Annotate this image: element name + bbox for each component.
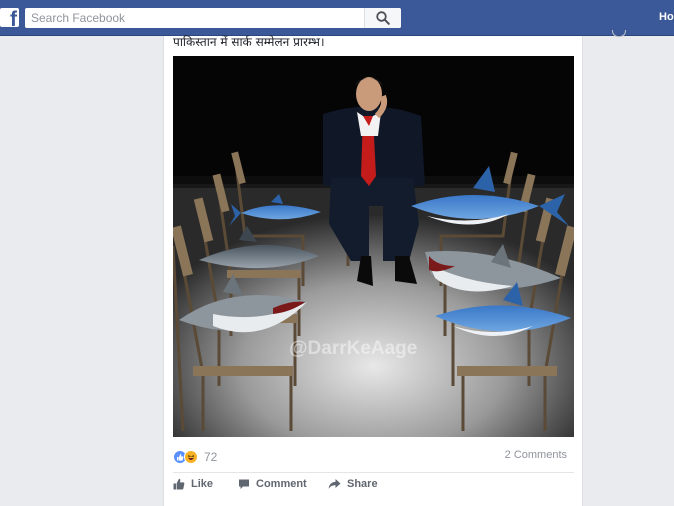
share-button-label: Share bbox=[347, 478, 378, 490]
top-navigation-bar: f Home bbox=[0, 0, 674, 36]
like-button[interactable]: Like bbox=[173, 478, 213, 490]
facebook-logo-letter: f bbox=[10, 8, 17, 27]
reaction-count: 72 bbox=[204, 450, 218, 464]
post-text: पाकिस्तान में सार्क सम्मेलन प्रारम्भ। bbox=[173, 35, 325, 49]
search-box bbox=[25, 8, 401, 28]
post-photo[interactable]: @DarrKeAage bbox=[173, 56, 574, 437]
thumbs-up-icon bbox=[173, 478, 185, 490]
nav-home-link[interactable]: Home bbox=[659, 11, 674, 23]
comment-button-label: Comment bbox=[256, 478, 307, 490]
reactions-summary[interactable]: 72 bbox=[173, 449, 217, 465]
post-action-bar: Like Comment Share bbox=[173, 478, 574, 496]
photo-watermark: @DarrKeAage bbox=[289, 338, 417, 359]
haha-reaction-icon bbox=[184, 450, 198, 464]
share-button[interactable]: Share bbox=[328, 478, 378, 490]
search-input[interactable] bbox=[25, 8, 363, 28]
post-photo-illustration: @DarrKeAage bbox=[173, 56, 574, 437]
comment-bubble-icon bbox=[239, 479, 249, 489]
like-button-label: Like bbox=[191, 478, 214, 490]
action-bar-divider bbox=[173, 472, 574, 473]
facebook-logo[interactable]: f bbox=[0, 8, 19, 27]
share-arrow-icon bbox=[328, 479, 341, 489]
comments-count-link[interactable]: 2 Comments bbox=[505, 449, 567, 461]
post-card: पाकिस्तान में सार्क सम्मेलन प्रारम्भ। @D… bbox=[163, 35, 583, 506]
comment-button[interactable]: Comment bbox=[238, 478, 307, 490]
search-icon bbox=[376, 11, 390, 25]
search-button[interactable] bbox=[364, 8, 401, 28]
